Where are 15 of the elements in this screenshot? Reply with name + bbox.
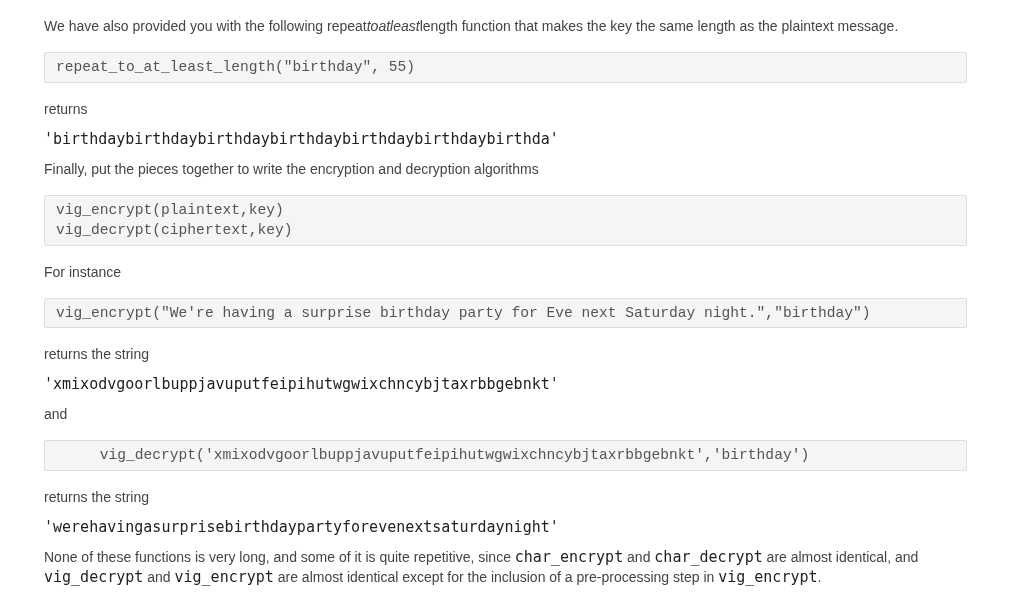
paragraph: None of these functions is very long, and some of it is quite repetitive, since char_encrypt and char_decrypt are almost identical, and vig_decrypt and vig_encrypt are almost identical except for the inclusion of a pre-processing step in vig_encrypt.: [44, 546, 920, 587]
paragraph: returns the string: [44, 487, 151, 507]
paragraph: For instance: [44, 262, 123, 282]
paragraph: We have also provided you with the following repeattoatleastlength function that makes the key the same length as the plaintext message.: [44, 17, 900, 36]
paragraph: returns the string: [44, 345, 151, 364]
code-block: vig_decrypt('xmixodvgoorlbuppjavuputfeipihutwgwixchncybjtaxrbbgebnkt','birthday'): [44, 440, 967, 471]
output-text: 'werehavingasurprisebirthdaypartyforevenextsaturdaynight': [44, 516, 560, 537]
paragraph: Finally, put the pieces together to write the encryption and decryption algorithms: [44, 159, 540, 179]
output-text: 'birthdaybirthdaybirthdaybirthdaybirthdaybirthdaybirthda': [44, 128, 560, 149]
output-text: 'xmixodvgoorlbuppjavuputfeipihutwgwixchncybjtaxrbbgebnkt': [44, 374, 560, 394]
paragraph: returns: [44, 99, 89, 119]
paragraph: and: [44, 405, 69, 424]
code-block: vig_encrypt(plaintext,key) vig_decrypt(ciphertext,key): [44, 194, 967, 246]
code-block: repeat_to_at_least_length("birthday", 55): [44, 52, 967, 83]
code-block: vig_encrypt("We're having a surprise birthday party for Eve next Saturday night.","birthday"): [44, 297, 967, 328]
